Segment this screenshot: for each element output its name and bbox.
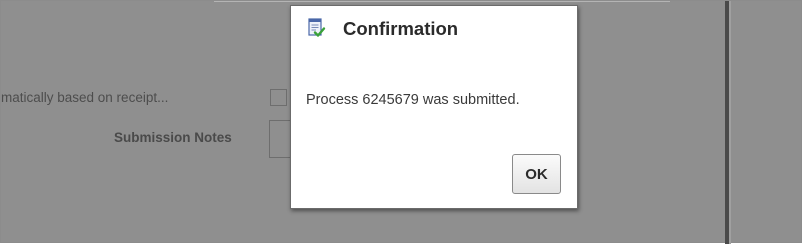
background-hint-label: matically based on receipt... [1,90,169,105]
submission-notes-label: Submission Notes [114,130,232,145]
document-check-icon [306,18,326,38]
panel-splitter-highlight [729,1,731,244]
background-checkbox [270,89,287,106]
dialog-message: Process 6245679 was submitted. [306,92,520,108]
ok-button[interactable]: OK [512,154,561,194]
background-top-divider [214,1,670,2]
confirmation-dialog: Confirmation Process 6245679 was submitt… [290,5,578,209]
dialog-header: Confirmation [291,6,577,50]
dialog-title: Confirmation [343,18,459,39]
